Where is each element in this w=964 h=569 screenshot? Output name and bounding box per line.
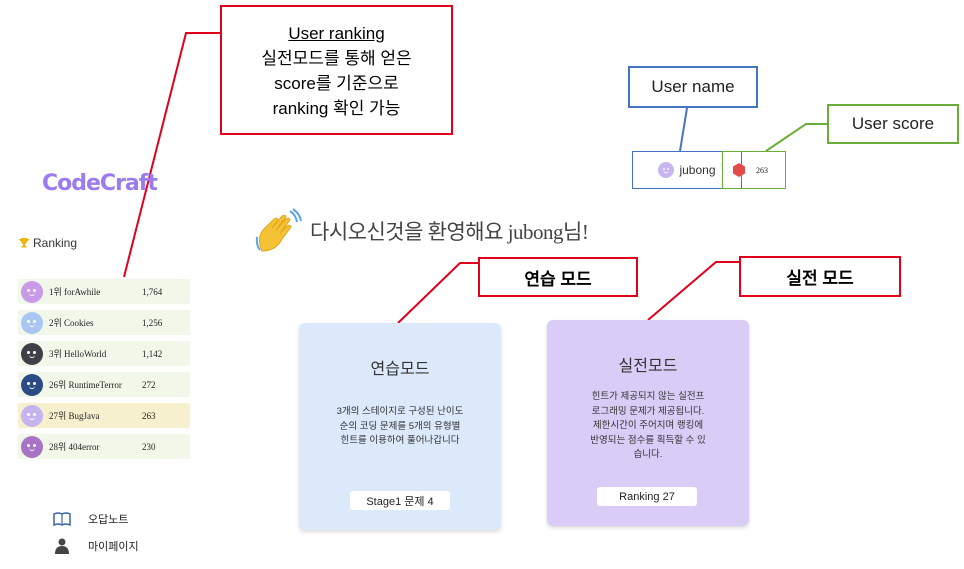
practice-mode-card[interactable]: 연습모드 3개의 스테이지로 구성된 난이도 순의 코딩 문제를 5개의 유형별…: [299, 323, 501, 530]
callout-practice-mode: 연습 모드: [478, 257, 638, 297]
battle-mode-card[interactable]: 실전모드 힌트가 제공되지 않는 실전프 로그래밍 문제가 제공됩니다. 제한시…: [547, 320, 749, 526]
battle-card-title: 실전모드: [618, 358, 678, 375]
username-connector: [679, 107, 688, 152]
avatar: [21, 280, 43, 303]
ranking-connector: [123, 32, 220, 278]
avatar: [21, 373, 43, 396]
welcome-banner: 다시오신것을 환영해요 jubong님!: [254, 207, 589, 255]
nav-mypage-label: 마이페이지: [88, 541, 139, 553]
ranking-rank-name: 26위 RuntimeTerror: [49, 380, 122, 390]
callout-ranking-line: ranking 확인 가능: [272, 99, 401, 118]
ranking-row[interactable]: 1위 forAwhile 1,764: [18, 279, 190, 304]
ranking-rank-name: 1위 forAwhile: [49, 287, 101, 297]
ranking-row[interactable]: 28위 404error 230: [18, 434, 190, 459]
ranking-header: Ranking: [18, 236, 77, 250]
avatar: [21, 404, 43, 427]
practice-connector: [397, 262, 478, 324]
score-hexagon-icon: [733, 163, 745, 177]
ranking-score: 1,764: [142, 286, 163, 297]
avatar: [658, 162, 675, 178]
user-name: jubong: [679, 163, 716, 177]
user-score: 263: [756, 165, 768, 175]
ranking-score: 230: [142, 441, 156, 452]
callout-battle-mode: 실전 모드: [739, 256, 901, 297]
welcome-text: 다시오신것을 환영해요 jubong님!: [310, 220, 589, 244]
battle-card-desc: 힌트가 제공되지 않는 실전프 로그래밍 문제가 제공됩니다. 제한시간이 주어…: [590, 391, 706, 460]
app-logo[interactable]: CodeCraft: [42, 171, 158, 196]
waving-hand-icon: [255, 208, 302, 252]
nav-wrong-note[interactable]: 오답노트: [52, 511, 128, 527]
ranking-score: 272: [142, 379, 156, 390]
callout-user-ranking: User ranking 실전모드를 통해 얻은 score를 기준으로 ran…: [220, 5, 453, 135]
book-icon: [52, 511, 72, 527]
ranking-row[interactable]: 3위 HelloWorld 1,142: [18, 341, 190, 366]
nav-mypage[interactable]: 마이페이지: [52, 538, 139, 554]
ranking-score: 1,256: [142, 317, 163, 328]
practice-card-desc: 3개의 스테이지로 구성된 난이도 순의 코딩 문제를 5개의 유형별 힌트를 …: [336, 406, 464, 446]
ranking-row[interactable]: 2위 Cookies 1,256: [18, 310, 190, 335]
nav-wrong-note-label: 오답노트: [88, 514, 129, 526]
ranking-rank-name: 28위 404error: [49, 442, 100, 452]
battle-connector: [647, 261, 739, 321]
trophy-icon: [19, 238, 29, 248]
ranking-rank-name: 2위 Cookies: [49, 318, 94, 328]
battle-ranking-button[interactable]: Ranking 27: [597, 487, 697, 506]
callout-ranking-line: score를 기준으로: [274, 74, 399, 93]
callout-user-score: User score: [827, 104, 959, 144]
ranking-rank-name: 27위 BugJava: [49, 411, 100, 421]
avatar: [21, 435, 43, 458]
callout-ranking-line: 실전모드를 통해 얻은: [261, 49, 412, 68]
avatar: [21, 342, 43, 365]
avatar: [21, 311, 43, 334]
callout-ranking-title: User ranking: [288, 24, 385, 43]
ranking-score: 263: [142, 410, 156, 421]
ranking-score: 1,142: [142, 348, 163, 359]
ranking-row-current-user[interactable]: 27위 BugJava 263: [18, 403, 190, 428]
callout-user-name: User name: [628, 66, 758, 108]
practice-stage-button[interactable]: Stage1 문제 4: [350, 491, 450, 510]
ranking-row[interactable]: 26위 RuntimeTerror 272: [18, 372, 190, 397]
user-score-box: 263: [722, 151, 786, 189]
userscore-connector: [765, 123, 827, 152]
ranking-rank-name: 3위 HelloWorld: [49, 349, 107, 359]
person-icon: [52, 538, 72, 554]
practice-card-title: 연습모드: [370, 361, 430, 378]
ranking-list: 1위 forAwhile 1,764 2위 Cookies 1,256 3위 H…: [18, 279, 190, 465]
ranking-header-label: Ranking: [33, 236, 78, 250]
